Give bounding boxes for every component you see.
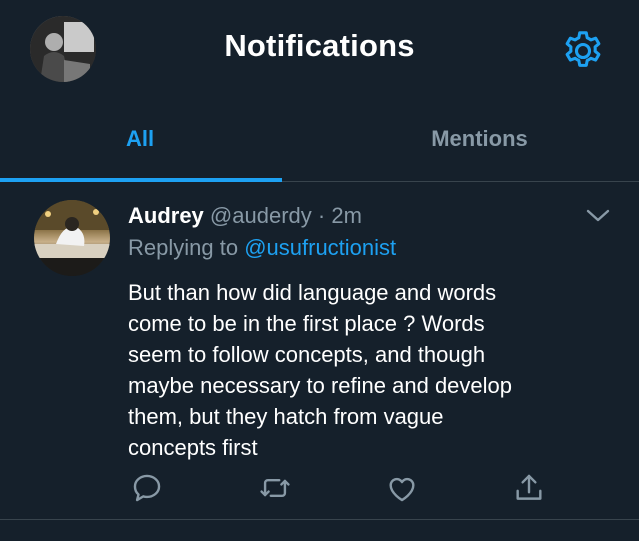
replying-to-line: Replying to @usufructionist bbox=[128, 235, 396, 261]
chevron-down-icon[interactable] bbox=[584, 205, 612, 225]
replying-to-label: Replying to bbox=[128, 235, 239, 260]
active-tab-indicator bbox=[0, 178, 282, 182]
tweet-actions bbox=[0, 471, 639, 505]
tweet-text-line: concepts first bbox=[128, 435, 258, 460]
tweet-body: But than how did language and words come… bbox=[128, 277, 608, 463]
page-title: Notifications bbox=[224, 28, 415, 63]
notification-tabs: All Mentions bbox=[0, 98, 639, 182]
author-name[interactable]: Audrey bbox=[128, 203, 204, 228]
tweet-text-line: them, but they hatch from vague bbox=[128, 404, 444, 429]
gear-icon[interactable] bbox=[560, 28, 606, 74]
tweet-timestamp: 2m bbox=[331, 203, 362, 228]
top-bar: Notifications bbox=[0, 0, 639, 98]
retweet-icon[interactable] bbox=[258, 471, 292, 505]
tweet-header: Audrey @auderdy · 2m bbox=[128, 203, 362, 229]
tweet-author-avatar[interactable] bbox=[34, 200, 110, 276]
tweet-text-line: come to be in the first place ? Words bbox=[128, 311, 485, 336]
share-icon[interactable] bbox=[512, 471, 546, 505]
author-handle[interactable]: @auderdy bbox=[210, 203, 312, 228]
notification-tweet[interactable]: Audrey @auderdy · 2m Replying to @usufru… bbox=[0, 183, 639, 520]
tab-mentions[interactable]: Mentions bbox=[320, 98, 639, 180]
tweet-text-line: seem to follow concepts, and though bbox=[128, 342, 486, 367]
tweet-text-line: But than how did language and words bbox=[128, 280, 497, 305]
separator-dot: · bbox=[317, 203, 326, 228]
tab-all[interactable]: All bbox=[0, 98, 280, 180]
reply-icon[interactable] bbox=[130, 471, 164, 505]
author-photo-icon bbox=[34, 200, 110, 276]
replying-to-mention[interactable]: @usufructionist bbox=[244, 235, 396, 260]
like-icon[interactable] bbox=[385, 471, 419, 505]
tweet-text-line: maybe necessary to refine and develop bbox=[128, 373, 513, 398]
